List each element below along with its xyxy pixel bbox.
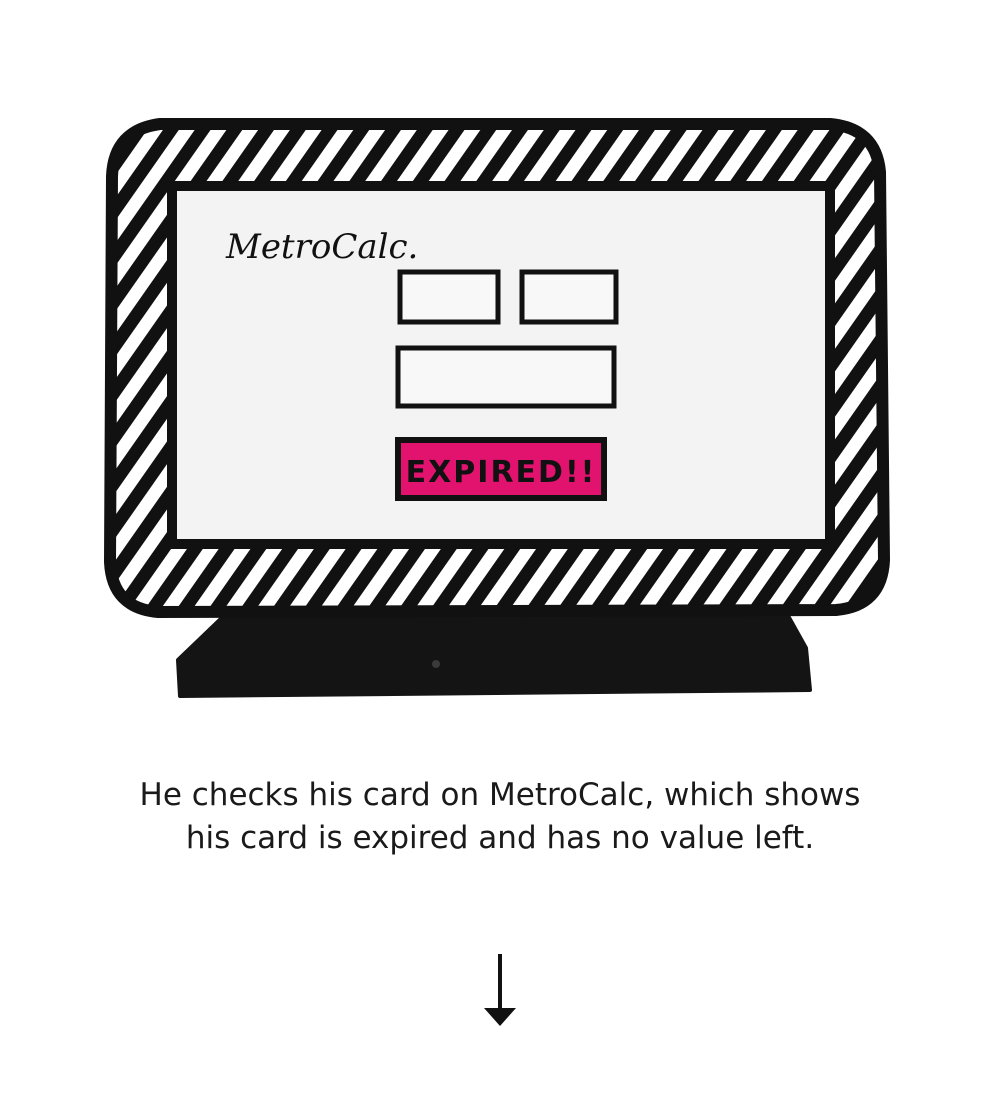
monitor-illustration: MetroCalc. EXPIRED!! [104,118,890,698]
caption-line-1: He checks his card on MetroCalc, which s… [139,777,861,813]
stand-dot [432,660,440,668]
metrocalc-logo: MetroCalc. [225,227,418,267]
story-caption: He checks his card on MetroCalc, which s… [100,774,900,860]
monitor-stand [176,603,812,698]
card-number-field[interactable] [395,345,617,409]
card-field-2[interactable] [519,269,619,325]
card-field-1[interactable] [397,269,501,325]
arrow-down-icon [484,954,516,1026]
caption-line-2: his card is expired and has no value lef… [185,820,815,856]
expired-status-text: EXPIRED!! [406,455,597,490]
